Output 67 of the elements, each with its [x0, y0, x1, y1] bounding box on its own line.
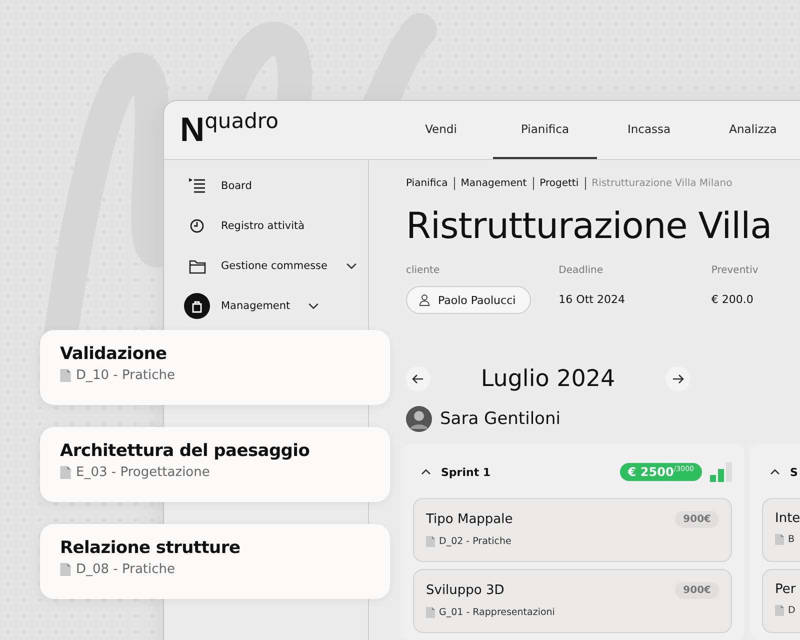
client-chip[interactable]: Paolo Paolucci [406, 286, 531, 314]
sidebar-item[interactable]: Management [221, 300, 290, 312]
task-code: D_08 - Pratiche [76, 562, 176, 577]
sidebar-item[interactable]: Registro attività [221, 220, 305, 232]
sidebar-item[interactable]: Board [221, 180, 252, 192]
nav-tab[interactable]: Analizza [701, 101, 800, 159]
folder-icon [188, 258, 206, 274]
task-title: Relazione strutture [60, 538, 242, 558]
task-title: Inte [775, 511, 800, 526]
logo-letter: N [180, 115, 203, 145]
sidebar-item[interactable]: Gestione commesse [221, 260, 328, 272]
clock-icon [188, 218, 206, 234]
arrow-right-icon [672, 374, 684, 384]
price-badge: 900€ [675, 511, 719, 528]
task-card[interactable]: Tipo Mappale 900€ D_02 - Pratiche [413, 498, 732, 562]
document-icon [775, 605, 784, 616]
task-card[interactable]: Sviluppo 3D 900€ G_01 - Rappresentazioni [413, 569, 732, 633]
selected-icon-circle[interactable] [184, 293, 210, 319]
budget-badge: € 2500$^{/3000}$ [620, 463, 702, 481]
next-button[interactable] [666, 367, 690, 391]
breadcrumb-link[interactable]: Management [460, 178, 527, 188]
field-value: 16 Ott 2024 [558, 292, 626, 308]
sprint-title[interactable]: S [790, 466, 798, 478]
task-code: G_01 - Rappresentazioni [439, 607, 555, 618]
field-value: € 200.0 [711, 292, 754, 308]
document-icon [60, 369, 71, 382]
document-icon [426, 607, 435, 618]
task-title: Per [775, 582, 796, 597]
document-icon [775, 534, 784, 545]
person-name: Sara Gentiloni [440, 409, 560, 429]
field-label: Preventiv [711, 265, 760, 276]
task-code: B [788, 534, 795, 545]
logo-text: quadro [204, 111, 278, 131]
task-card[interactable]: Inte B [762, 498, 800, 562]
breadcrumb-link[interactable]: Progetti [540, 178, 579, 188]
task-code: E_03 - Progettazione [76, 465, 210, 480]
task-code: D [788, 605, 796, 616]
nav-tab[interactable]: Pianifica [493, 101, 597, 159]
task-title: Sviluppo 3D [426, 583, 504, 598]
document-icon [60, 466, 71, 479]
chevron-down-icon[interactable] [308, 302, 320, 310]
chevron-up-icon[interactable] [421, 469, 431, 475]
task-title: Tipo Mappale [426, 512, 513, 527]
page-title: Ristrutturazione Villa [406, 206, 773, 247]
task-code: D_02 - Pratiche [439, 536, 512, 547]
person-icon [419, 294, 430, 306]
sprint-title[interactable]: Sprint 1 [441, 466, 491, 478]
arrow-left-icon [412, 374, 424, 384]
bar-meter-icon [710, 462, 732, 482]
avatar [406, 406, 432, 432]
nav-tab[interactable]: Incassa [597, 101, 701, 159]
task-card[interactable]: Per D [762, 569, 800, 633]
task-title: Validazione [60, 344, 168, 364]
price-badge: 900€ [675, 582, 719, 599]
breadcrumb-link[interactable]: Pianifica [406, 178, 448, 188]
list-icon [188, 178, 206, 194]
field-label: cliente [406, 265, 441, 276]
chevron-up-icon[interactable] [770, 469, 780, 475]
task-code: D_10 - Pratiche [76, 368, 176, 383]
document-icon [60, 563, 71, 576]
field-label: Deadline [558, 265, 604, 276]
document-icon [426, 536, 435, 547]
chevron-down-icon[interactable] [346, 262, 356, 270]
task-title: Architettura del paesaggio [60, 441, 311, 461]
nav-tab[interactable]: Vendi [389, 101, 493, 159]
previous-button[interactable] [406, 367, 430, 391]
month-title: Luglio 2024 [480, 366, 616, 392]
